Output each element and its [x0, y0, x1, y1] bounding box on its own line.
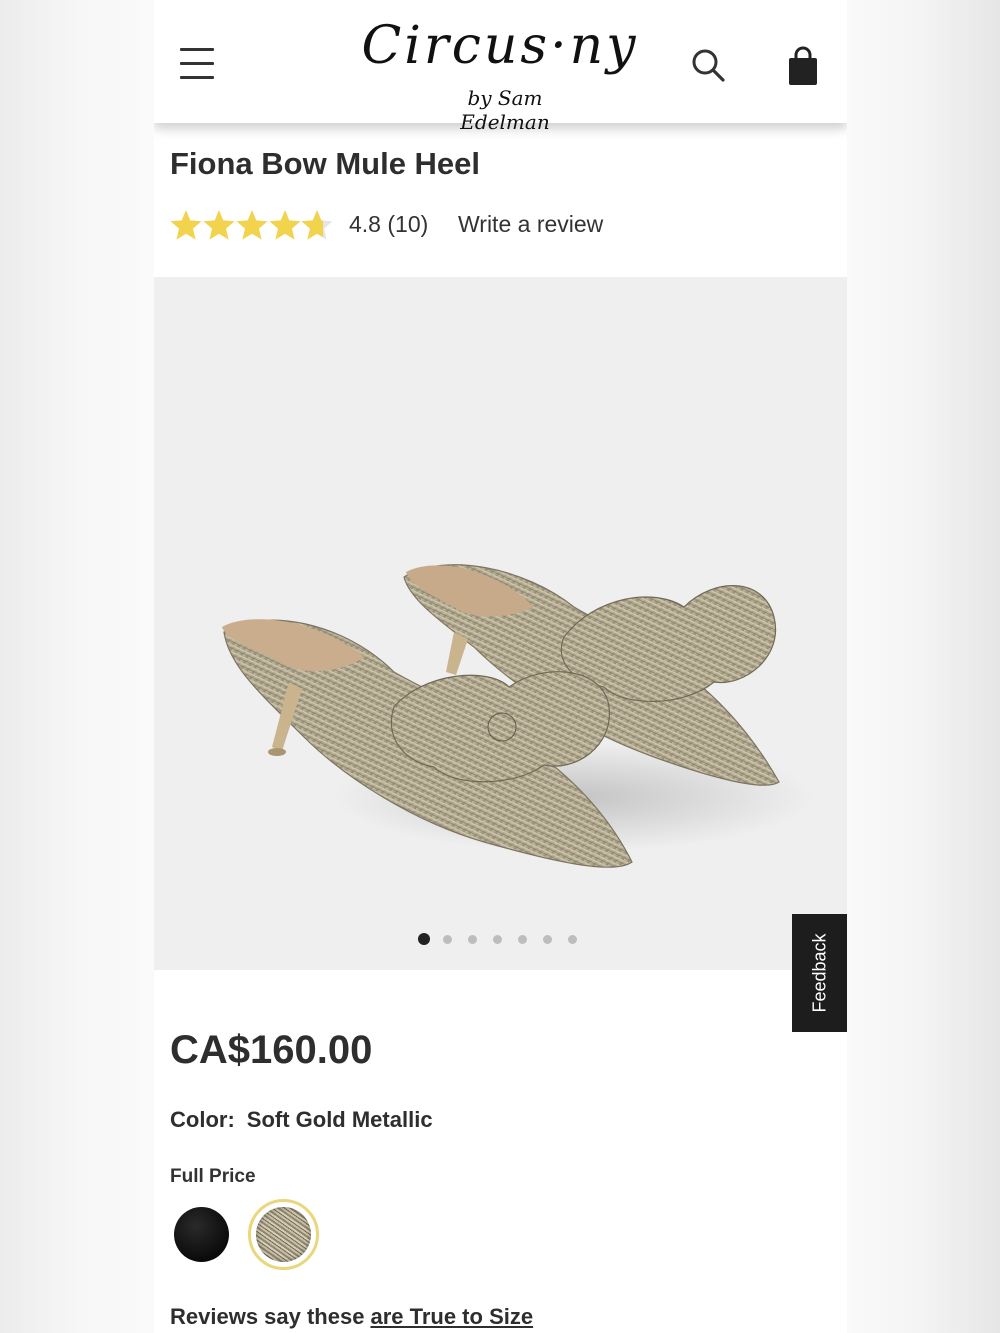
carousel-dot[interactable] — [468, 935, 477, 944]
price-type-label: Full Price — [170, 1166, 256, 1187]
color-row: Color: Soft Gold Metallic — [170, 1107, 433, 1133]
swatch-soft-gold-metallic[interactable] — [248, 1199, 319, 1270]
feedback-tab[interactable]: Feedback — [792, 914, 847, 1032]
carousel-dot[interactable] — [568, 935, 577, 944]
logo-byline: by Sam Edelman — [460, 86, 550, 134]
logo-wordmark: Circus·ny — [361, 16, 639, 76]
feedback-label: Feedback — [809, 933, 829, 1013]
product-image-carousel[interactable] — [154, 277, 847, 970]
carousel-dot[interactable] — [443, 935, 452, 944]
star-icon — [269, 210, 301, 240]
search-icon[interactable] — [690, 47, 726, 83]
fit-summary-prefix: Reviews say these — [170, 1304, 365, 1329]
menu-icon[interactable] — [180, 48, 214, 82]
star-icon — [203, 210, 235, 240]
fit-summary-link[interactable]: are True to Size — [370, 1304, 533, 1329]
product-price: CA$160.00 — [170, 1028, 373, 1072]
product-title: Fiona Bow Mule Heel — [170, 146, 481, 181]
carousel-dot[interactable] — [543, 935, 552, 944]
swatch-black[interactable] — [174, 1207, 229, 1262]
color-value: Soft Gold Metallic — [246, 1107, 433, 1132]
color-label: Color: — [170, 1107, 235, 1132]
star-rating-icons[interactable] — [170, 207, 332, 243]
swatch-soft-gold-fill — [256, 1207, 311, 1262]
carousel-dot[interactable] — [518, 935, 527, 944]
product-page: Circus·ny by Sam Edelman Fiona Bow Mule … — [154, 0, 847, 1333]
shopping-bag-icon[interactable] — [787, 46, 819, 86]
rating-row: 4.8 (10) Write a review — [170, 207, 830, 247]
write-review-link[interactable]: Write a review — [458, 211, 603, 238]
carousel-dot[interactable] — [493, 935, 502, 944]
star-icon — [170, 210, 202, 240]
star-icon — [236, 210, 268, 240]
product-image — [154, 277, 847, 970]
rating-value[interactable]: 4.8 (10) — [349, 211, 428, 238]
brand-logo[interactable]: Circus·ny by Sam Edelman — [350, 10, 650, 134]
site-header: Circus·ny by Sam Edelman — [154, 0, 847, 134]
carousel-dot[interactable] — [418, 933, 430, 945]
fit-summary: Reviews say these are True to Size — [170, 1304, 533, 1330]
